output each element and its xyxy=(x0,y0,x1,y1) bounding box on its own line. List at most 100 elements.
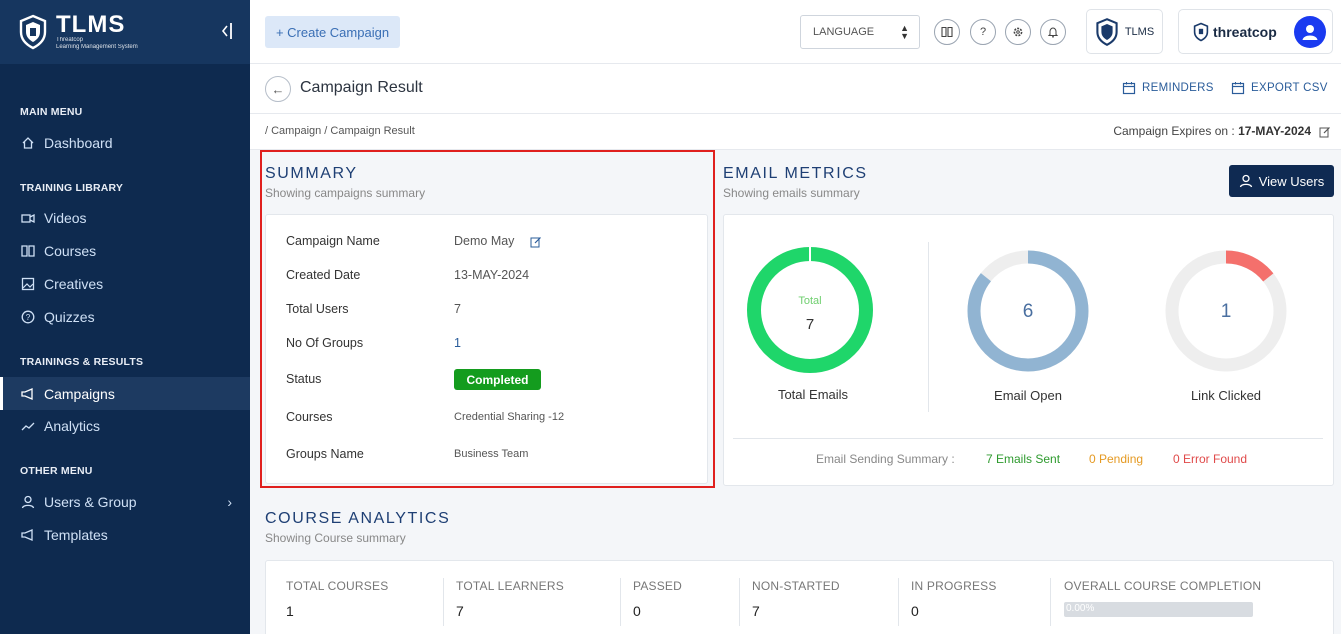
divider xyxy=(620,578,621,626)
overall-completion-value: 0.00% xyxy=(1066,603,1095,614)
campaign-name-value: Demo May xyxy=(454,234,515,248)
page-header: ← Campaign Result REMINDERS EXPORT CSV xyxy=(250,64,1341,114)
video-icon xyxy=(20,210,36,226)
sidebar-item-creatives[interactable]: Creatives xyxy=(0,267,250,300)
menu-section-main: MAIN MENU xyxy=(20,106,83,118)
email-open-donut: 6 xyxy=(967,250,1089,372)
reminders-button[interactable]: REMINDERS xyxy=(1122,81,1214,95)
breadcrumb-bar: / Campaign / Campaign Result Campaign Ex… xyxy=(250,114,1341,150)
bell-icon[interactable] xyxy=(1040,19,1066,45)
groups-name-label: Groups Name xyxy=(286,447,364,461)
megaphone-icon xyxy=(20,386,36,402)
shield-logo-icon xyxy=(1096,17,1118,46)
divider xyxy=(443,578,444,626)
view-users-label: View Users xyxy=(1258,173,1325,189)
sidebar-item-users-group[interactable]: Users & Group › xyxy=(0,485,250,518)
link-clicked-donut: 1 xyxy=(1165,250,1287,372)
course-analytics-subtitle: Showing Course summary xyxy=(265,531,406,545)
total-courses-value: 1 xyxy=(286,603,294,619)
avatar[interactable] xyxy=(1294,16,1326,48)
edit-icon[interactable] xyxy=(1319,125,1331,143)
non-started-header: NON-STARTED xyxy=(752,579,840,593)
sidebar-item-label: Templates xyxy=(44,526,108,543)
sidebar-item-analytics[interactable]: Analytics xyxy=(0,409,250,442)
create-campaign-button[interactable]: + Create Campaign xyxy=(265,16,400,48)
trend-icon xyxy=(20,418,36,434)
breadcrumb[interactable]: / Campaign / Campaign Result xyxy=(265,125,415,137)
email-open-label: Email Open xyxy=(994,388,1062,403)
sidebar-item-label: Quizzes xyxy=(44,308,95,325)
page-title: Campaign Result xyxy=(300,79,423,96)
total-learners-value: 7 xyxy=(456,603,464,619)
export-csv-button[interactable]: EXPORT CSV xyxy=(1231,81,1328,95)
brand-subtitle-2: Learning Management System xyxy=(56,44,138,50)
gear-icon[interactable] xyxy=(1005,19,1031,45)
calendar-icon xyxy=(1231,82,1245,95)
campaign-expiry: Campaign Expires on : 17-MAY-2024 xyxy=(1113,124,1311,138)
sidebar-item-quizzes[interactable]: ? Quizzes xyxy=(0,300,250,333)
divider xyxy=(928,242,929,412)
sidebar-item-templates[interactable]: Templates xyxy=(0,518,250,551)
collapse-icon[interactable] xyxy=(220,22,234,43)
total-emails-donut: Total 7 xyxy=(747,247,873,373)
book-icon xyxy=(20,243,36,259)
sidebar-item-label: Videos xyxy=(44,209,87,226)
overall-completion-header: OVERALL COURSE COMPLETION xyxy=(1064,579,1262,593)
image-icon xyxy=(20,276,36,292)
language-select[interactable]: LANGUAGE ▲ ▼ xyxy=(800,15,920,49)
question-icon: ? xyxy=(20,309,36,325)
email-metrics-subtitle: Showing emails summary xyxy=(723,186,860,200)
passed-header: PASSED xyxy=(633,579,682,593)
expiry-label: Campaign Expires on : xyxy=(1113,124,1235,138)
tlms-label: TLMS xyxy=(1124,25,1155,38)
overall-completion-progress: 0.00% xyxy=(1064,602,1253,617)
divider xyxy=(739,578,740,626)
threatcop-switch-button[interactable]: threatcop xyxy=(1178,9,1333,54)
sidebar-item-label: Creatives xyxy=(44,275,104,292)
groups-name-value: Business Team xyxy=(454,448,529,460)
sidebar-item-label: Campaigns xyxy=(44,385,115,402)
total-learners-header: TOTAL LEARNERS xyxy=(456,579,564,593)
sidebar-item-videos[interactable]: Videos xyxy=(0,201,250,234)
brand-title: TLMS xyxy=(56,11,126,38)
status-label: Status xyxy=(286,372,322,386)
divider xyxy=(1050,578,1051,626)
in-progress-value: 0 xyxy=(911,603,919,619)
total-emails-arc xyxy=(747,247,873,373)
groups-count-link[interactable]: 1 xyxy=(454,336,461,350)
home-icon xyxy=(20,135,36,151)
brand: TLMS Threatcop Learning Management Syste… xyxy=(0,0,250,64)
sidebar-item-dashboard[interactable]: Dashboard xyxy=(0,126,250,159)
course-analytics-title: COURSE ANALYTICS xyxy=(265,510,451,527)
tlms-switch-button[interactable]: TLMS xyxy=(1086,9,1163,54)
calendar-icon xyxy=(1122,82,1136,95)
pending-count: 0 Pending xyxy=(1089,452,1144,466)
link-clicked-label: Link Clicked xyxy=(1190,388,1262,403)
total-emails-label: Total Emails xyxy=(777,387,849,402)
emails-sent-count: 7 Emails Sent xyxy=(986,452,1061,466)
created-date-value: 13-MAY-2024 xyxy=(454,268,530,282)
brand-subtitle-1: Threatcop xyxy=(56,37,84,43)
groups-count-label: No Of Groups xyxy=(286,336,364,350)
reminders-label: REMINDERS xyxy=(1142,82,1214,94)
sidebar-item-courses[interactable]: Courses xyxy=(0,234,250,267)
email-open-value: 6 xyxy=(1023,301,1034,322)
view-users-button[interactable]: View Users xyxy=(1229,165,1334,197)
campaign-name-label: Campaign Name xyxy=(286,234,380,248)
summary-highlight-frame xyxy=(260,150,715,488)
top-bar: + Create Campaign LANGUAGE ▲ ▼ ? TLMS thr… xyxy=(250,0,1341,64)
sidebar-item-label: Courses xyxy=(44,242,97,259)
total-value: 7 xyxy=(806,316,814,333)
passed-value: 0 xyxy=(633,603,641,619)
back-arrow-icon[interactable]: ← xyxy=(265,76,291,102)
sidebar-item-label: Users & Group xyxy=(44,493,137,510)
help-icon[interactable]: ? xyxy=(970,19,996,45)
sending-summary-label: Email Sending Summary : xyxy=(816,452,955,466)
language-select-value: LANGUAGE xyxy=(813,26,875,38)
email-metrics-title: EMAIL METRICS xyxy=(723,165,868,182)
total-caption: Total xyxy=(798,295,821,307)
edit-icon[interactable] xyxy=(530,235,542,253)
divider xyxy=(733,438,1323,439)
sidebar-item-campaigns[interactable]: Campaigns xyxy=(0,377,250,410)
book-icon[interactable] xyxy=(934,19,960,45)
